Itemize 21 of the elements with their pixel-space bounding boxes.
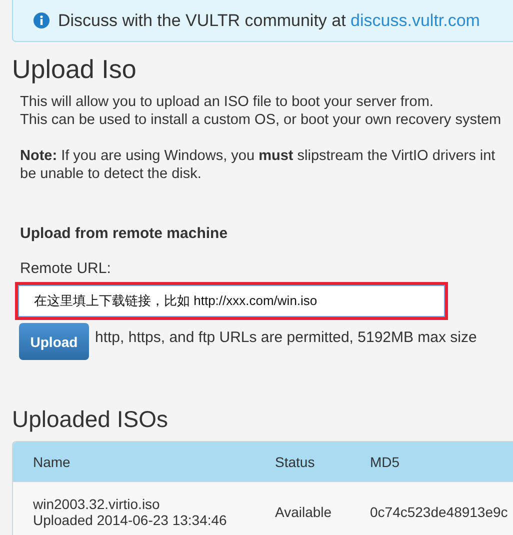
section-heading: Upload from remote machine [20, 225, 228, 242]
intro-text: This will allow you to upload an ISO file to boot your server from. [20, 93, 434, 111]
upload-button[interactable]: Upload [19, 323, 89, 360]
file-name: win2003.32.virtio.iso [33, 496, 161, 512]
banner-text: Discuss with the VULTR community at discuss.vultr.com [58, 10, 480, 30]
info-icon [33, 12, 50, 29]
column-header: MD5 [370, 454, 401, 470]
md5-cell-text: 0c74c523de48913e9c [370, 504, 509, 520]
page-title: Upload Iso [12, 54, 138, 85]
column-header: Status [275, 454, 316, 470]
upload-hint: http, https, and ftp URLs are permitted, 5192MB max size [95, 329, 477, 346]
note-text: Note: If you are using Windows, you must slipstream the VirtIO drivers int [20, 147, 496, 165]
upload-date: Uploaded 2014-06-23 13:34:46 [33, 512, 228, 528]
remote-url-field[interactable]: 在这里填上下载链接，比如 http://xxx.com/win.iso [15, 282, 448, 320]
intro-text: This can be used to install a custom OS, or boot your own recovery system [20, 111, 502, 129]
community-link[interactable]: discuss.vultr.com [350, 10, 480, 30]
column-header: Name [33, 454, 72, 470]
section-title: Uploaded ISOs [12, 406, 169, 433]
field-label: Remote URL: [20, 260, 111, 277]
status-cell-text: Available [275, 504, 333, 520]
note-text: be unable to detect the disk. [20, 165, 202, 183]
